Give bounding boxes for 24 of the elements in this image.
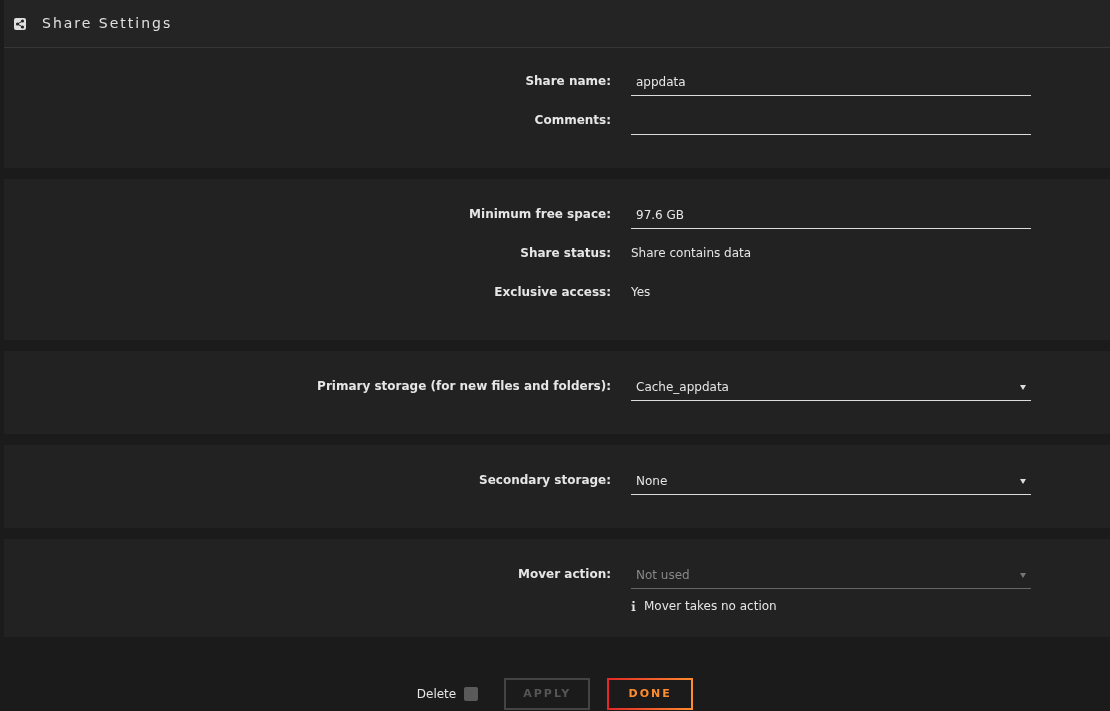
dropdown[interactable]: None [631,467,1031,495]
field-value: Share contains data [631,245,753,262]
caret-icon [1020,477,1026,484]
text-field[interactable]: appdata [631,68,1031,96]
field-label: Share status: [519,245,611,262]
delete-checkbox[interactable] [464,687,479,701]
field-label: Comments: [533,112,611,129]
field-label: Mover action: [517,566,611,583]
field-label: Share name: [524,73,611,90]
field-value: Yes [631,284,652,301]
field-label: Exclusive access: [493,284,611,301]
caret-icon [1020,383,1026,390]
help-text: Mover takes no action [644,598,777,615]
info-icon [631,601,636,611]
page-title: Share Settings [42,14,173,33]
action-button[interactable]: DONE [607,678,694,710]
delete-label: Delete [416,686,457,703]
share-icon [14,17,26,30]
field-label: Minimum free space: [468,206,611,223]
caret-icon [1020,571,1026,578]
text-field[interactable]: 97.6 GB [631,201,1031,229]
field-label: Secondary storage: [478,472,611,489]
dropdown[interactable]: Cache_appdata [631,373,1031,401]
field-label: Primary storage (for new files and folders): [316,378,611,395]
